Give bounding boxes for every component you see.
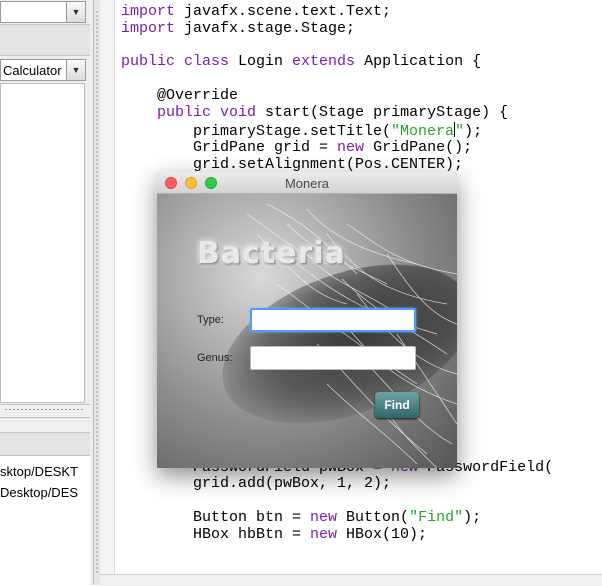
code-line: grid.add(pwBox, 1, 2); bbox=[121, 475, 392, 493]
horizontal-scrollbar[interactable] bbox=[0, 404, 90, 418]
code-line: @Override bbox=[121, 86, 239, 104]
code-line: primaryStage.setTitle("Monera"); bbox=[121, 121, 483, 140]
genus-password-field[interactable] bbox=[250, 346, 416, 370]
class-combo-text: Calculator bbox=[3, 63, 62, 78]
project-tree[interactable] bbox=[0, 83, 85, 403]
code-line: public class Login extends Application { bbox=[121, 53, 482, 71]
string-literal: "Monera" bbox=[391, 121, 465, 140]
window-title: Monera bbox=[284, 176, 330, 191]
keyword: public class bbox=[121, 53, 230, 71]
code-line: HBox hbBtn = new HBox(10); bbox=[121, 525, 428, 543]
type-label: Type: bbox=[197, 314, 224, 326]
type-input[interactable] bbox=[250, 308, 416, 332]
keyword: import bbox=[121, 19, 176, 37]
code-line: public void start(Stage primaryStage) { bbox=[157, 103, 509, 121]
editor-bottom-bar bbox=[100, 574, 602, 586]
top-combo-box[interactable]: ▼ bbox=[0, 1, 86, 23]
class-combo-box[interactable]: Calculator ▼ bbox=[0, 59, 86, 81]
project-panel: ▼ Calculator ▼ sktop/DESKT Desktop/DES bbox=[0, 0, 94, 586]
keyword: public void bbox=[157, 103, 257, 121]
chevron-down-icon[interactable]: ▼ bbox=[66, 2, 85, 22]
keyword: extends bbox=[292, 53, 356, 71]
monera-window: Monera Bacteria Type: Genus: Find bbox=[157, 172, 457, 468]
heading-bacteria: Bacteria bbox=[197, 236, 346, 271]
genus-label: Genus: bbox=[197, 352, 233, 364]
code-line: grid.setAlignment(Pos.CENTER); bbox=[121, 156, 464, 174]
output-header-strip bbox=[0, 432, 90, 456]
editor-gutter bbox=[100, 0, 115, 585]
keyword: new bbox=[310, 525, 338, 543]
code-line: import javafx.stage.Stage; bbox=[121, 19, 356, 37]
keyword: import bbox=[121, 3, 176, 20]
splitter-grip[interactable] bbox=[95, 10, 99, 575]
find-button[interactable]: Find bbox=[375, 392, 419, 418]
code-line: GridPane grid = new GridPane(); bbox=[121, 139, 473, 157]
keyword: new bbox=[337, 139, 365, 157]
keyword: new bbox=[310, 508, 338, 526]
code-line: Button btn = new Button("Find"); bbox=[121, 508, 482, 526]
output-list: sktop/DESKT Desktop/DES bbox=[0, 455, 90, 586]
panel-header-strip bbox=[0, 24, 90, 56]
string-literal: "Find" bbox=[409, 508, 464, 526]
scroll-grip[interactable] bbox=[4, 408, 84, 411]
chevron-down-icon[interactable]: ▼ bbox=[66, 60, 85, 80]
window-content: Bacteria Type: Genus: Find bbox=[157, 194, 457, 468]
code-line: import javafx.scene.text.Text; bbox=[121, 3, 392, 20]
path-item[interactable]: Desktop/DES bbox=[0, 485, 78, 500]
window-titlebar[interactable]: Monera bbox=[157, 172, 457, 194]
text-caret bbox=[454, 121, 456, 137]
path-item[interactable]: sktop/DESKT bbox=[0, 464, 78, 479]
